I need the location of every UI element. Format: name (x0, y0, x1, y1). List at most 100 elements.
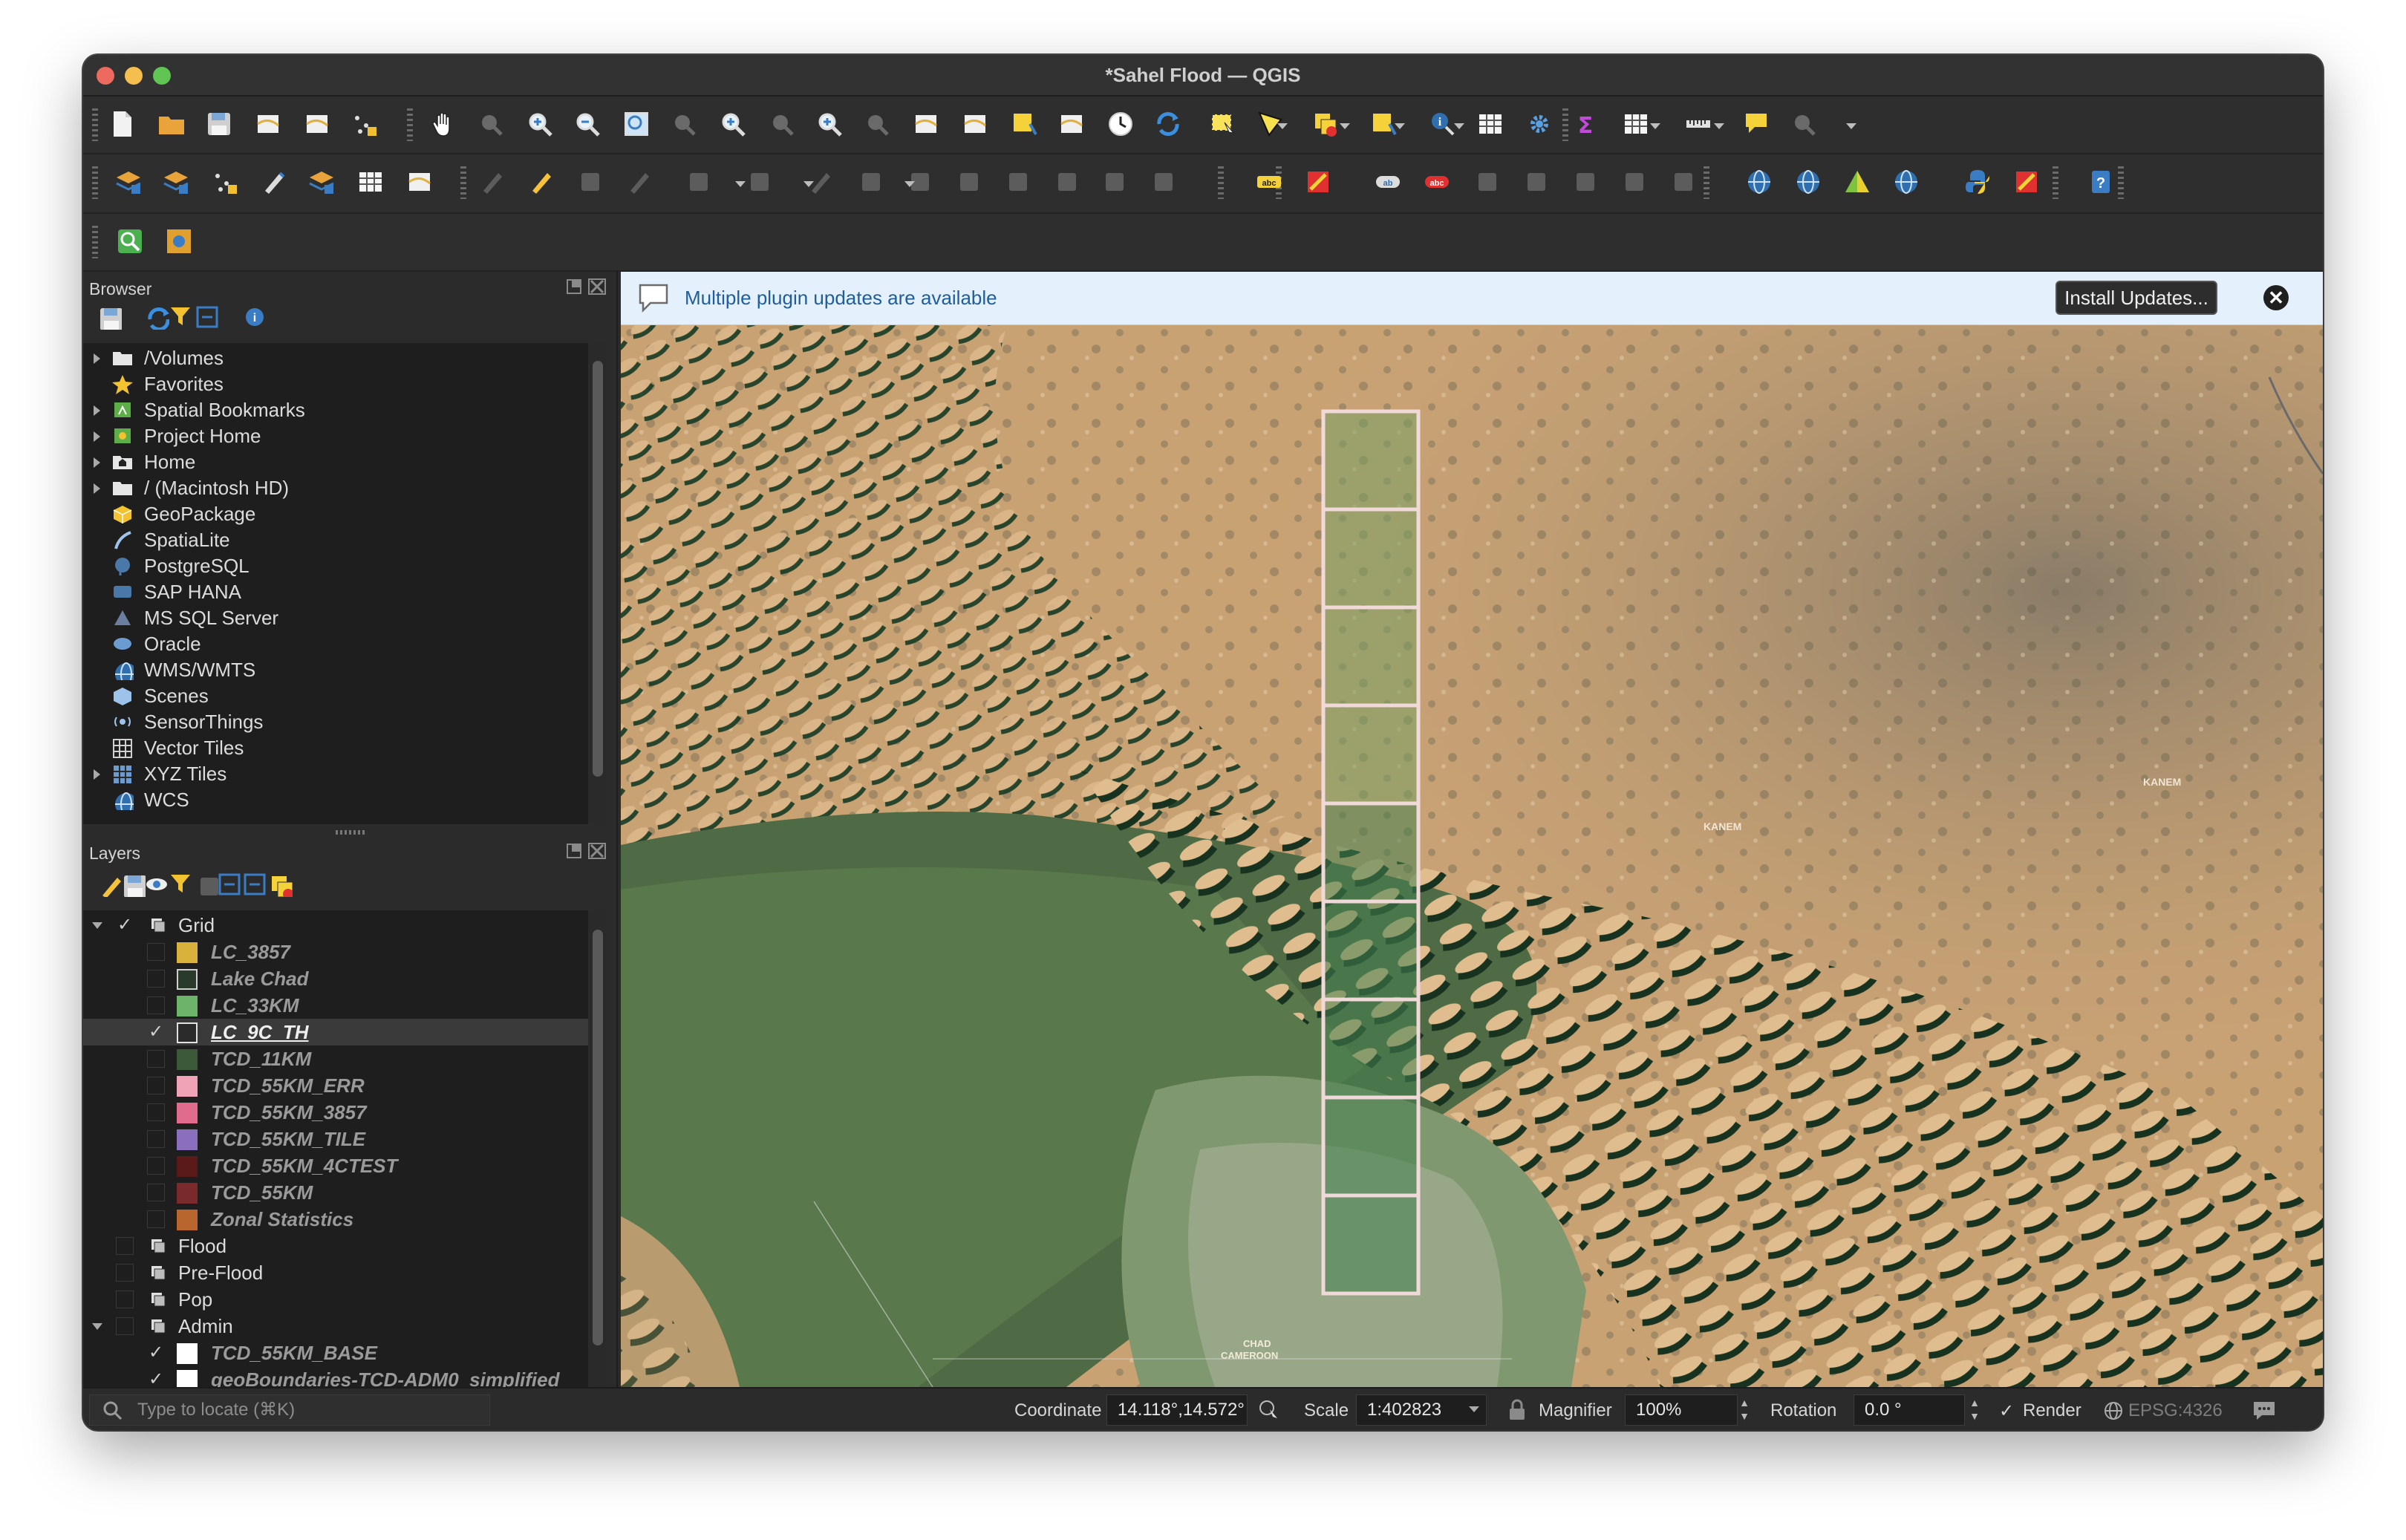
expand-arrow-icon[interactable] (94, 353, 100, 364)
add-selected-layers-icon[interactable] (97, 304, 123, 330)
pan-to-selection-icon[interactable] (474, 107, 508, 141)
statistics-icon[interactable]: Σ (1568, 107, 1603, 141)
browser-item[interactable]: /Volumes (83, 345, 588, 371)
deselect-all-icon[interactable] (1308, 107, 1343, 141)
open-field-calculator-icon[interactable] (1619, 107, 1653, 141)
layer-group[interactable]: Flood (83, 1233, 588, 1259)
browser-item[interactable]: Favorites (83, 371, 588, 397)
current-edits-icon[interactable] (524, 165, 558, 199)
new-3d-view-icon[interactable] (958, 107, 992, 141)
rotate-label-icon[interactable] (1568, 165, 1603, 199)
dropdown-arrow-icon[interactable] (904, 181, 915, 187)
data-source-manager-icon[interactable] (111, 165, 146, 199)
new-mesh-layer-icon[interactable] (353, 165, 388, 199)
browser-item[interactable]: Home (83, 448, 588, 475)
zoom-full-icon[interactable] (619, 107, 653, 141)
layer-item[interactable]: TCD_55KM_TILE (83, 1126, 588, 1152)
style-manager-icon[interactable] (348, 107, 382, 141)
browser-item[interactable]: WMS/WMTS (83, 656, 588, 686)
browser-item[interactable]: Spatial Bookmarks (83, 397, 588, 423)
new-geopackage-layer-icon[interactable] (159, 165, 193, 199)
filter-legend-icon[interactable] (168, 872, 193, 897)
open-project-icon[interactable] (154, 107, 189, 141)
layer-item[interactable]: ✓ LC_9C_TH (83, 1019, 588, 1045)
move-label-icon[interactable] (1519, 165, 1554, 199)
map-tips-icon[interactable] (1739, 107, 1773, 141)
layer-visibility-checkbox[interactable]: ✓ (147, 1344, 165, 1362)
layer-visibility-checkbox[interactable]: ✓ (147, 1371, 165, 1388)
layer-visibility-checkbox[interactable] (147, 1103, 165, 1121)
toolbar-grip[interactable] (1218, 166, 1224, 199)
rotation-field[interactable]: 0.0 ° (1854, 1394, 1965, 1426)
browser-item[interactable]: PostgreSQL (83, 552, 588, 579)
toolbox-icon[interactable] (1522, 107, 1556, 141)
dropdown-arrow-icon[interactable] (1395, 123, 1405, 129)
dropdown-arrow-icon[interactable] (735, 181, 746, 187)
layer-item[interactable]: TCD_55KM_4CTEST (83, 1152, 588, 1179)
refresh-browser-icon[interactable] (144, 304, 170, 331)
layer-group[interactable]: ✓ Grid (83, 912, 588, 939)
mouse-coordinate-toggle-icon[interactable] (1258, 1399, 1280, 1421)
zoom-out-icon[interactable] (570, 107, 604, 141)
plugin-tool-icon[interactable] (162, 224, 196, 258)
search-tool-icon[interactable] (113, 224, 147, 258)
dropdown-arrow-icon[interactable] (1454, 123, 1464, 129)
new-temporary-layer-icon[interactable] (208, 165, 242, 199)
actions-icon[interactable] (1787, 107, 1821, 141)
layer-group[interactable]: Pre-Flood (83, 1259, 588, 1286)
layer-symbol-swatch[interactable] (177, 969, 198, 990)
wfs-icon[interactable] (1791, 165, 1825, 199)
new-virtual-layer-icon[interactable] (304, 165, 339, 199)
digitize-icon[interactable] (257, 165, 291, 199)
dropdown-arrow-icon[interactable] (1714, 123, 1724, 129)
show-hide-labels-icon[interactable] (1470, 165, 1504, 199)
measure-icon[interactable] (1681, 107, 1715, 141)
expand-all-icon[interactable] (217, 872, 242, 897)
layer-visibility-checkbox[interactable] (147, 1130, 165, 1148)
layout-manager-icon[interactable] (300, 107, 334, 141)
collapse-arrow-icon[interactable] (92, 922, 102, 929)
magnifier-field[interactable]: 100% (1625, 1394, 1738, 1426)
layer-item[interactable]: Lake Chad (83, 965, 588, 992)
browser-item[interactable]: Vector Tiles (83, 734, 588, 761)
layer-symbol-swatch[interactable] (177, 1210, 198, 1230)
layer-item[interactable]: TCD_11KM (83, 1045, 588, 1072)
layer-symbol-swatch[interactable] (177, 1370, 198, 1387)
temporal-controller-icon[interactable] (1103, 107, 1138, 141)
new-map-view-icon[interactable] (909, 107, 943, 141)
layer-item[interactable]: TCD_55KM_ERR (83, 1072, 588, 1099)
browser-item[interactable]: SensorThings (83, 708, 588, 735)
attribute-table-icon[interactable] (1473, 107, 1507, 141)
wms-icon[interactable] (1742, 165, 1776, 199)
show-bookmarks-icon[interactable] (1054, 107, 1089, 141)
layer-item[interactable]: TCD_55KM (83, 1179, 588, 1206)
layer-visibility-checkbox[interactable] (147, 1210, 165, 1228)
remove-layer-icon[interactable] (267, 872, 293, 899)
layer-visibility-checkbox[interactable] (147, 1077, 165, 1094)
browser-item[interactable]: / (Macintosh HD) (83, 474, 588, 501)
dropdown-arrow-icon[interactable] (1277, 123, 1288, 129)
toolbar-grip[interactable] (92, 108, 98, 141)
zoom-to-selection-icon[interactable] (667, 107, 701, 141)
locator-input[interactable]: Type to locate (⌘K) (89, 1394, 490, 1426)
layer-symbol-swatch[interactable] (177, 1183, 198, 1204)
paste-features-icon[interactable] (952, 165, 986, 199)
crs-globe-icon[interactable] (2103, 1400, 2124, 1421)
new-print-layout-icon[interactable] (251, 107, 285, 141)
layer-item[interactable]: LC_33KM (83, 992, 588, 1019)
toggle-editing-icon[interactable] (475, 165, 509, 199)
dropdown-arrow-icon[interactable] (803, 181, 814, 187)
filter-browser-icon[interactable] (168, 304, 193, 330)
zoom-to-layer-icon[interactable] (716, 107, 750, 141)
layer-symbol-swatch[interactable] (177, 1343, 198, 1364)
layer-visibility-checkbox[interactable] (147, 1184, 165, 1201)
browser-item[interactable]: GeoPackage (83, 500, 588, 527)
select-features-icon[interactable] (1206, 107, 1240, 141)
messages-log-icon[interactable] (2252, 1399, 2277, 1421)
add-group-icon[interactable] (120, 872, 146, 898)
layer-symbol-swatch[interactable] (177, 942, 198, 963)
change-label-icon[interactable] (1617, 165, 1652, 199)
layer-visibility-checkbox[interactable] (116, 1264, 134, 1282)
layer-symbol-swatch[interactable] (177, 1022, 198, 1043)
properties-icon[interactable]: i (242, 304, 267, 330)
